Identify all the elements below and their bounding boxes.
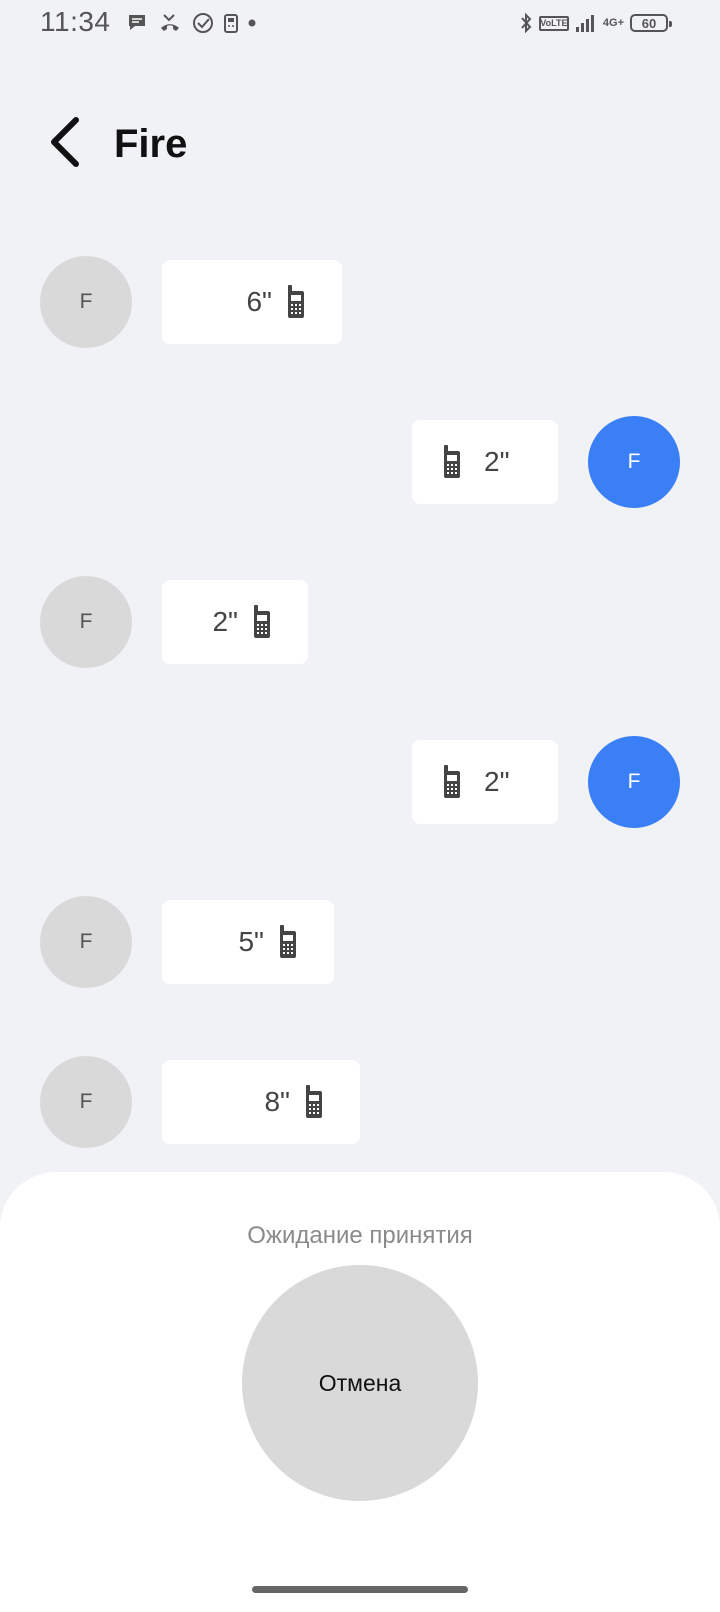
walkie-talkie-icon — [442, 445, 462, 479]
chat-bubble-icon — [126, 12, 148, 34]
home-indicator[interactable] — [252, 1586, 468, 1593]
message-row: F 5" — [0, 896, 720, 988]
chevron-left-icon — [48, 116, 82, 173]
walkie-talkie-icon — [442, 765, 462, 799]
avatar[interactable]: F — [40, 576, 132, 668]
voice-duration: 2" — [212, 606, 238, 637]
voice-duration: 2" — [484, 766, 510, 797]
avatar[interactable]: F — [40, 256, 132, 348]
status-bar: 11:34 Vo LTE 4G+ 60 — [0, 0, 720, 50]
voice-duration: 5" — [238, 926, 264, 957]
page-title: Fire — [114, 122, 188, 166]
volte-label-top: Vo — [540, 17, 552, 28]
volte-label-bottom: LTE — [551, 17, 568, 28]
voice-message-bubble[interactable]: 2" — [162, 580, 308, 664]
voice-duration: 8" — [264, 1086, 290, 1117]
voice-message-bubble[interactable]: 2" — [412, 740, 558, 824]
cancel-button[interactable]: Отмена — [242, 1265, 478, 1501]
walkie-talkie-icon — [286, 285, 306, 319]
walkie-talkie-icon — [278, 925, 298, 959]
message-row: F 6" — [0, 256, 720, 348]
walkie-talkie-icon — [304, 1085, 324, 1119]
avatar[interactable]: F — [588, 416, 680, 508]
missed-call-icon — [157, 12, 183, 34]
message-row: F 8" — [0, 1056, 720, 1148]
volte-icon: Vo LTE — [538, 15, 569, 31]
voice-message-bubble[interactable]: 5" — [162, 900, 334, 984]
message-row: 2" F — [0, 736, 720, 828]
status-left-icons — [126, 12, 256, 34]
avatar[interactable]: F — [40, 896, 132, 988]
avatar[interactable]: F — [588, 736, 680, 828]
voice-message-bubble[interactable]: 8" — [162, 1060, 360, 1144]
voice-message-bubble[interactable]: 2" — [412, 420, 558, 504]
check-circle-icon — [192, 12, 214, 34]
message-row: F 2" — [0, 576, 720, 668]
4g-plus-icon: 4G+ — [602, 16, 624, 29]
status-time: 11:34 — [40, 6, 111, 37]
back-button[interactable] — [42, 116, 88, 172]
voice-duration: 2" — [484, 446, 510, 477]
bluetooth-icon — [519, 12, 533, 34]
battery-icon: 60 — [630, 14, 672, 32]
status-right-icons: Vo LTE 4G+ 60 — [519, 12, 672, 34]
signal-icon — [575, 13, 597, 33]
walkie-talkie-icon — [252, 605, 272, 639]
voice-message-bubble[interactable]: 6" — [162, 260, 342, 344]
dot-icon — [248, 19, 256, 27]
waiting-status-text: Ожидание принятия — [247, 1222, 473, 1249]
phone-icon — [223, 12, 239, 34]
voice-duration: 6" — [246, 286, 272, 317]
message-row: 2" F — [0, 416, 720, 508]
avatar[interactable]: F — [40, 1056, 132, 1148]
